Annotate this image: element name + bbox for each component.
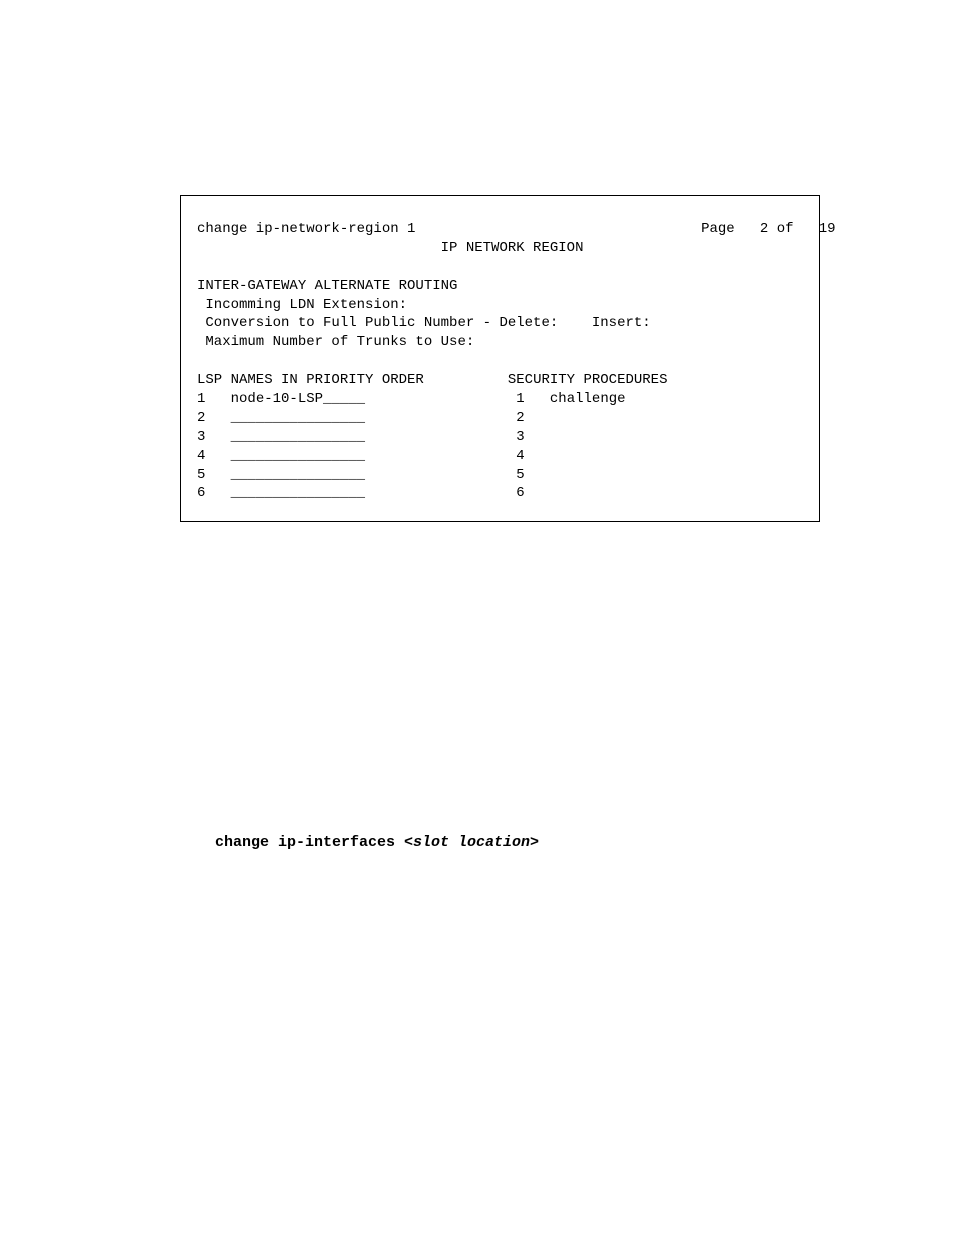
lsp-row-num: 4 xyxy=(197,448,205,464)
page-of: of xyxy=(777,221,794,237)
lsp-row-value[interactable]: ________________ xyxy=(231,467,365,483)
security-title: SECURITY PROCEDURES xyxy=(508,372,668,388)
lsp-row-value[interactable]: ________________ xyxy=(231,429,365,445)
page-total: 19 xyxy=(819,221,836,237)
security-row-value[interactable]: challenge xyxy=(550,391,626,407)
command-argument: <slot location> xyxy=(404,834,539,851)
lsp-row-value[interactable]: ________________ xyxy=(231,448,365,464)
security-row-num: 1 xyxy=(516,391,524,407)
command-prefix: change ip-interfaces xyxy=(215,834,404,851)
terminal-window: change ip-network-region 1 Page 2 of 19 … xyxy=(180,195,820,522)
lsp-row-num: 2 xyxy=(197,410,205,426)
lsp-row-num: 6 xyxy=(197,485,205,501)
lsp-row-value[interactable]: node-10-LSP_____ xyxy=(231,391,365,407)
security-row-num: 5 xyxy=(516,467,524,483)
document-command-line: change ip-interfaces <slot location> xyxy=(215,834,539,851)
page-label: Page xyxy=(701,221,735,237)
igar-line-1: Incomming LDN Extension: xyxy=(197,297,407,313)
screen-title: IP NETWORK REGION xyxy=(441,240,584,256)
lsp-row-num: 3 xyxy=(197,429,205,445)
igar-line-2: Conversion to Full Public Number - Delet… xyxy=(197,315,651,331)
page-current: 2 xyxy=(760,221,768,237)
security-row-num: 3 xyxy=(516,429,524,445)
igar-section-title: INTER-GATEWAY ALTERNATE ROUTING xyxy=(197,278,457,294)
lsp-row-value[interactable]: ________________ xyxy=(231,410,365,426)
lsp-row-num: 5 xyxy=(197,467,205,483)
command-text: change ip-network-region 1 xyxy=(197,221,415,237)
security-row-num: 4 xyxy=(516,448,524,464)
igar-line-3: Maximum Number of Trunks to Use: xyxy=(197,334,474,350)
security-row-num: 2 xyxy=(516,410,524,426)
security-row-num: 6 xyxy=(516,485,524,501)
lsp-row-num: 1 xyxy=(197,391,205,407)
lsp-row-value[interactable]: ________________ xyxy=(231,485,365,501)
lsp-title: LSP NAMES IN PRIORITY ORDER xyxy=(197,372,424,388)
